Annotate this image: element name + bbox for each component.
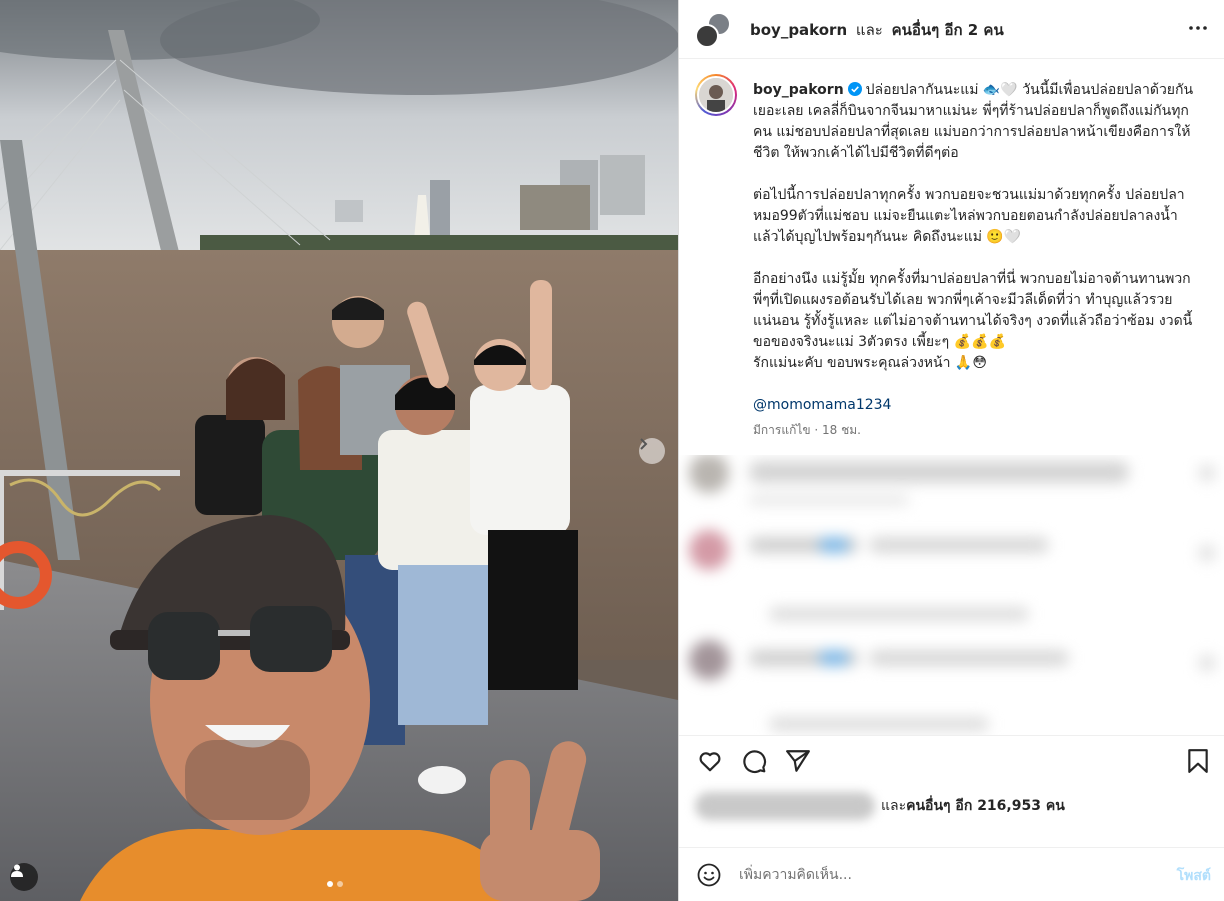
carousel-dot-active bbox=[327, 881, 333, 887]
photo-scene bbox=[0, 0, 678, 901]
share-button[interactable] bbox=[785, 748, 811, 774]
caption-paragraph-3: อีกอย่างนึง แม่รู้มั้ย ทุกครั้งที่มาปล่อ… bbox=[753, 271, 1193, 371]
caption-paragraph-2: ต่อไปนี้การปล่อยปลาทุกครั้ง พวกบอยจะชวนแ… bbox=[753, 187, 1185, 245]
likes-text: และคนอื่นๆ อีก 216,953 คน bbox=[881, 795, 1065, 817]
send-icon bbox=[786, 750, 810, 772]
avatar bbox=[697, 76, 735, 114]
likes-count-link[interactable]: คนอื่นๆ อีก 216,953 คน bbox=[906, 798, 1065, 814]
carousel-next-button[interactable] bbox=[639, 438, 665, 464]
comment-icon bbox=[743, 750, 767, 774]
carousel-indicator bbox=[327, 881, 343, 887]
emoji-button[interactable] bbox=[697, 863, 721, 887]
post-comment-button[interactable]: โพสต์ bbox=[1177, 865, 1211, 887]
mention-link[interactable]: @momomama1234 bbox=[753, 395, 1199, 416]
avatar-image bbox=[699, 78, 733, 112]
likes-summary[interactable]: และคนอื่นๆ อีก 216,953 คน bbox=[695, 790, 1065, 822]
header-title: boy_pakorn และ คนอื่นๆ อีก 2 คน bbox=[750, 18, 1004, 42]
post-photo[interactable] bbox=[0, 0, 678, 901]
caption-username-link[interactable]: boy_pakorn bbox=[753, 82, 844, 98]
more-options-button[interactable] bbox=[1187, 17, 1209, 39]
post-actions-bar: และคนอื่นๆ อีก 216,953 คน bbox=[679, 735, 1224, 847]
header-username-link[interactable]: boy_pakorn bbox=[750, 21, 847, 39]
collab-avatar-stack[interactable] bbox=[695, 12, 731, 48]
caption-paragraph-1: boy_pakorn ปล่อยปลากันนะแม่ 🐟🤍 วันนี้มีเพ… bbox=[753, 80, 1199, 164]
emoji-icon bbox=[697, 863, 721, 887]
likes-and: และ bbox=[881, 798, 907, 814]
header-others-link[interactable]: คนอื่นๆ อีก 2 คน bbox=[892, 21, 1004, 39]
like-button[interactable] bbox=[697, 748, 723, 774]
comments-list[interactable] bbox=[679, 455, 1224, 735]
user-tag-icon bbox=[11, 864, 23, 877]
caption-avatar[interactable] bbox=[695, 74, 737, 116]
caption-text: boy_pakorn ปล่อยปลากันนะแม่ 🐟🤍 วันนี้มีเพ… bbox=[753, 80, 1199, 441]
add-comment-bar: โพสต์ bbox=[679, 847, 1224, 901]
bookmark-icon bbox=[1188, 749, 1208, 773]
post-side-panel: boy_pakorn และ คนอื่นๆ อีก 2 คน boy_pako… bbox=[678, 0, 1224, 901]
user-tag-button[interactable] bbox=[10, 863, 38, 891]
post-header: boy_pakorn และ คนอื่นๆ อีก 2 คน bbox=[679, 0, 1224, 59]
carousel-dot bbox=[337, 881, 343, 887]
blurred-comments bbox=[689, 455, 1215, 731]
header-and-text: และ bbox=[855, 21, 883, 39]
verified-badge-icon bbox=[847, 82, 862, 96]
chevron-right-icon bbox=[640, 438, 648, 450]
comment-button[interactable] bbox=[741, 748, 767, 774]
comment-input[interactable] bbox=[739, 862, 1139, 888]
blurred-liker-names bbox=[695, 792, 875, 820]
heart-icon bbox=[699, 752, 721, 772]
save-button[interactable] bbox=[1185, 748, 1211, 774]
avatar bbox=[695, 24, 719, 48]
more-icon bbox=[1189, 26, 1207, 30]
edited-timestamp: มีการแก้ไข · 18 ชม. bbox=[753, 423, 861, 437]
